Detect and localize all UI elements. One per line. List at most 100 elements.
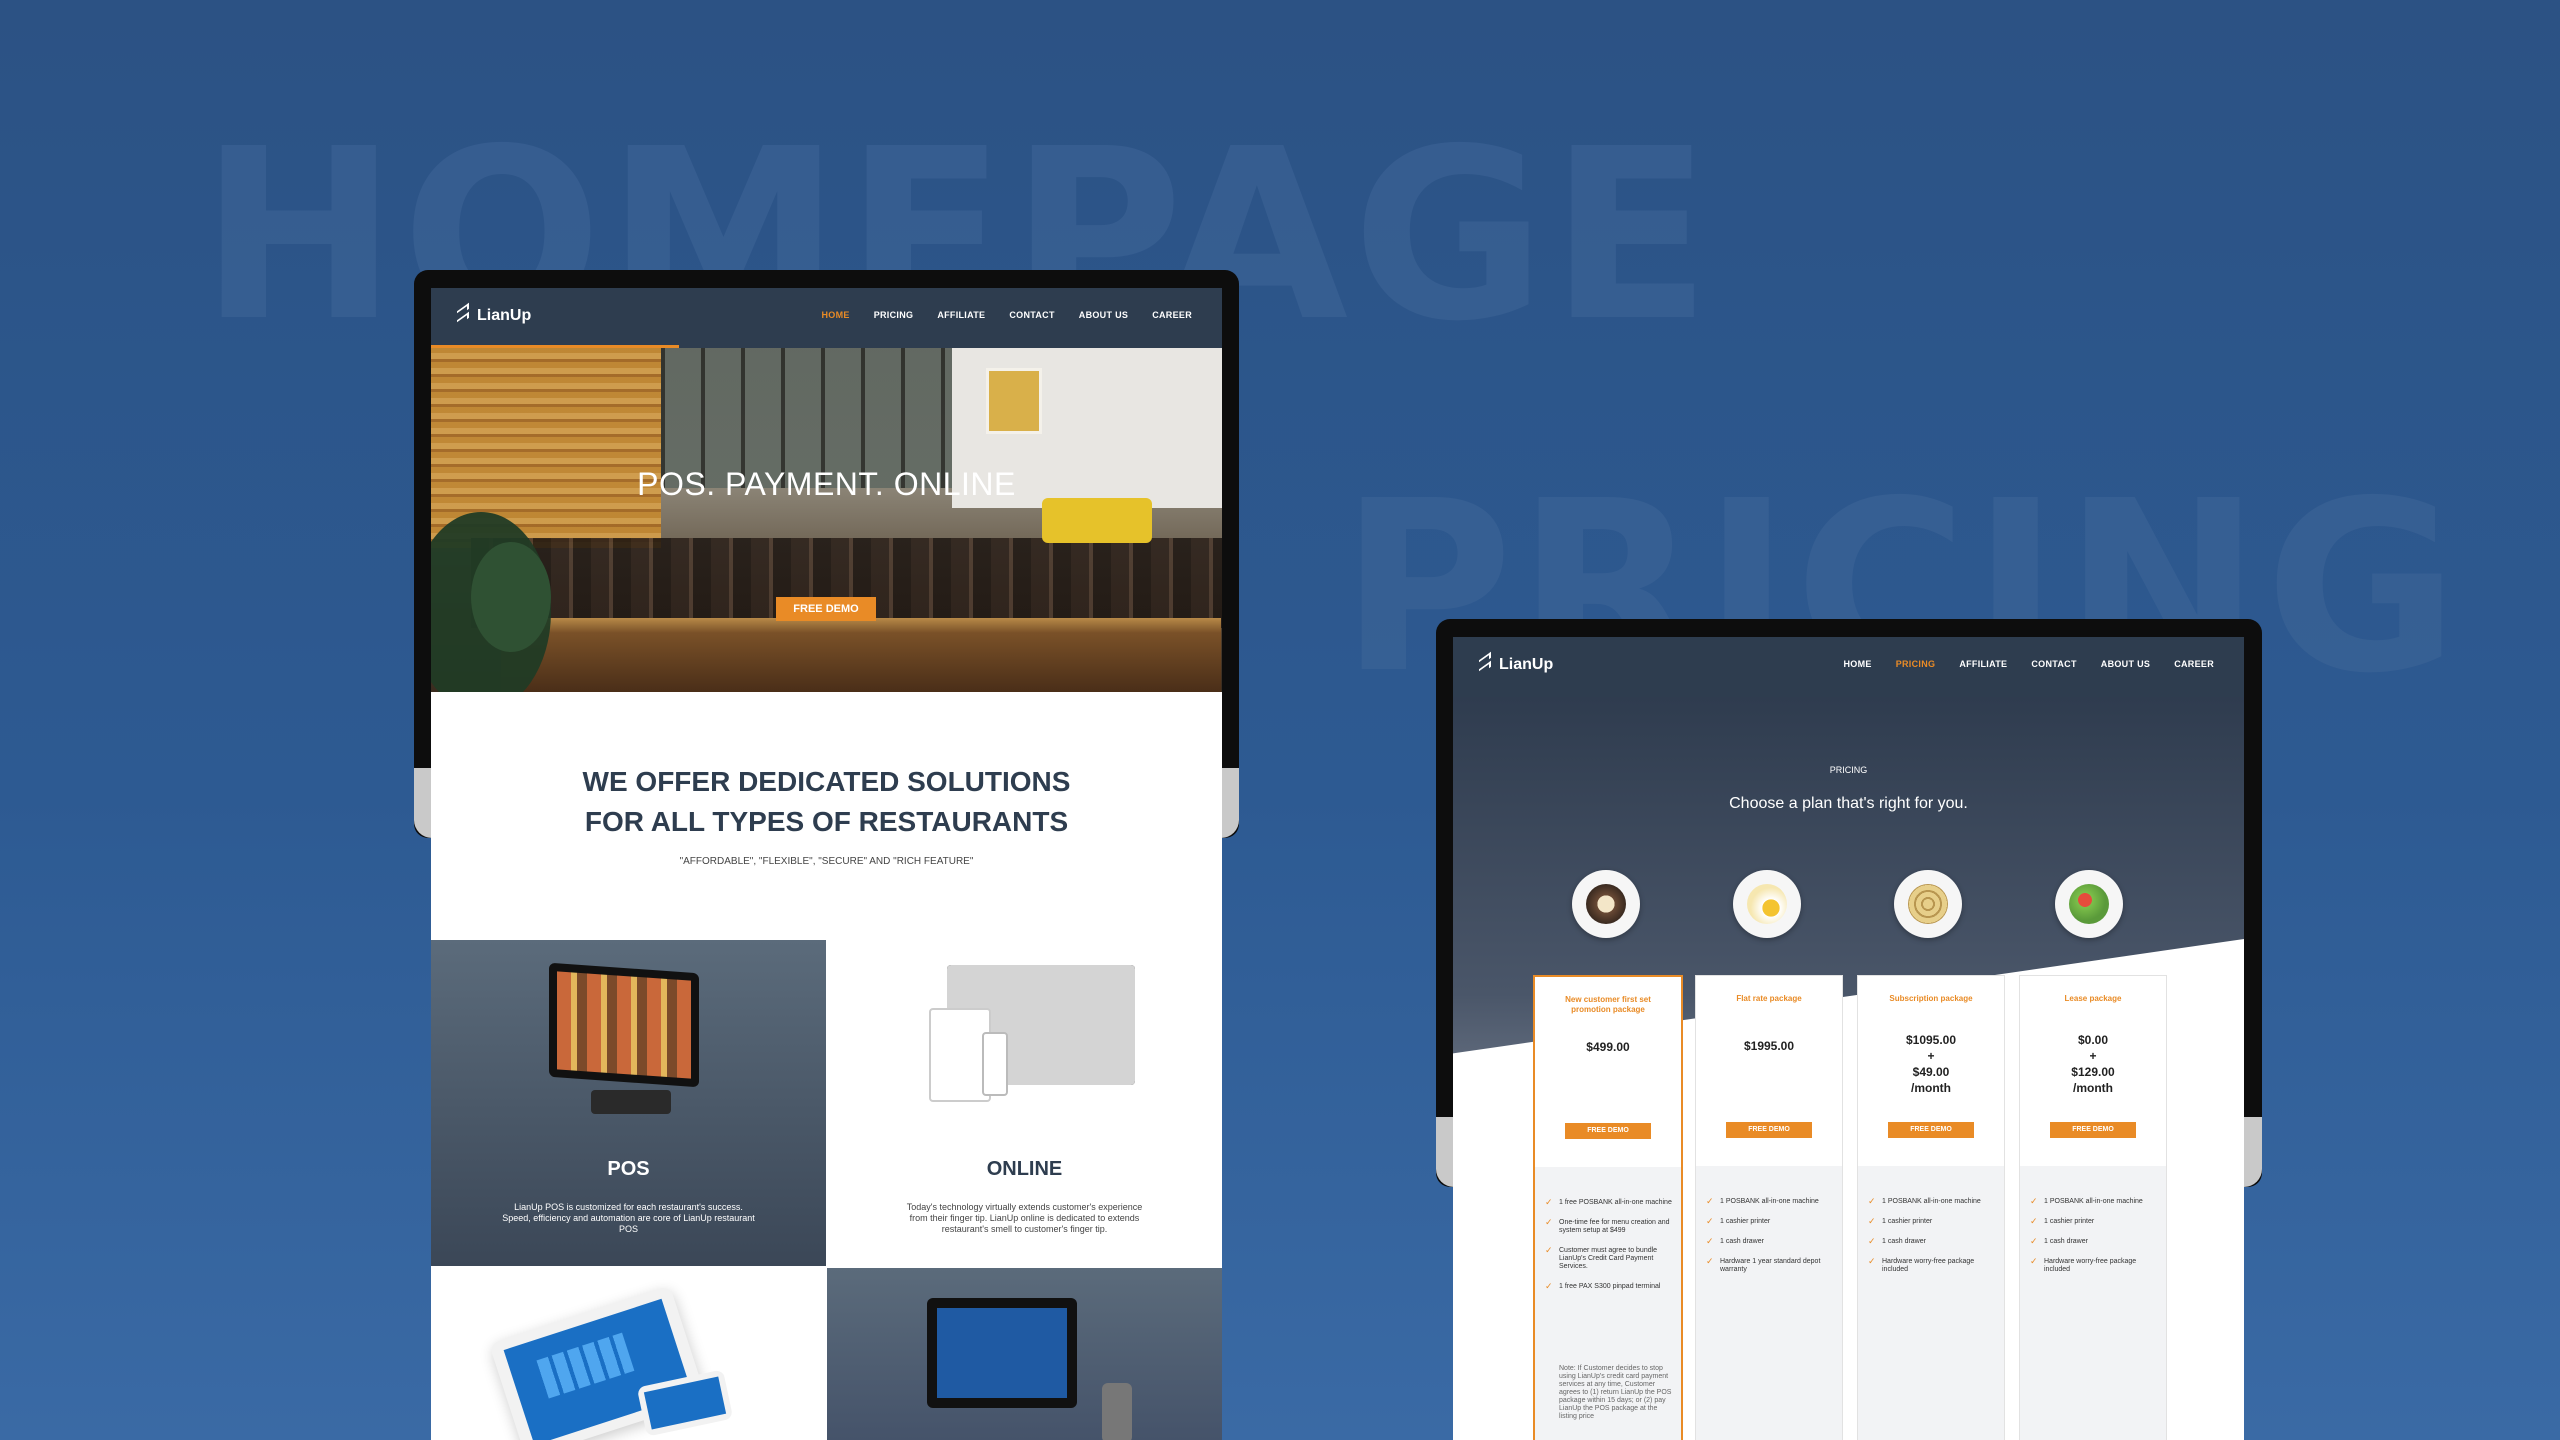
plate-icon-2 [1733, 870, 1801, 938]
payment-terminal-image [927, 1298, 1077, 1408]
pinpad-image [1102, 1383, 1132, 1440]
homepage-navbar: LianUp HOME PRICING AFFILIATE CONTACT AB… [431, 288, 1222, 348]
plan-feature-list: 1 POSBANK all-in-one machine 1 cashier p… [1706, 1197, 1834, 1286]
pos-tile-title: POS [607, 1158, 650, 1180]
plan-free-demo-button[interactable]: FREE DEMO [1888, 1122, 1974, 1138]
pos-tile-text: LianUp POS is customized for each restau… [502, 1202, 755, 1234]
plan-card-new-customer[interactable]: New customer first set promotion package… [1533, 975, 1683, 1440]
nav-contact[interactable]: CONTACT [2031, 659, 2076, 669]
plan-feature: 1 POSBANK all-in-one machine [2030, 1197, 2158, 1206]
plan-card-lease[interactable]: Lease package $0.00 + $129.00 /month FRE… [2019, 975, 2167, 1440]
plan-feature: Hardware worry-free package included [2030, 1257, 2158, 1274]
hero-section: POS. PAYMENT. ONLINE FREE DEMO [431, 348, 1222, 692]
pos-tile[interactable]: POS LianUp POS is customized for each re… [431, 940, 826, 1266]
plan-free-demo-button[interactable]: FREE DEMO [2050, 1122, 2136, 1138]
lianup-logo-icon [455, 305, 469, 327]
nav-about-us[interactable]: ABOUT US [1079, 310, 1128, 320]
nav-affiliate[interactable]: AFFILIATE [1959, 659, 2007, 669]
hero-coffee-machine [1042, 498, 1152, 543]
hero-wall-art [986, 368, 1042, 434]
nav-pricing[interactable]: PRICING [1896, 659, 1936, 669]
plan-feature: 1 cash drawer [1868, 1237, 1996, 1246]
lianup-logo-icon [1477, 654, 1491, 676]
solutions-section: WE OFFER DEDICATED SOLUTIONS FOR ALL TYP… [431, 692, 1222, 940]
plan-feature-list: 1 POSBANK all-in-one machine 1 cashier p… [2030, 1197, 2158, 1286]
pricing-title: Choose a plan that's right for you. [1729, 795, 1968, 812]
pricing-section-label: PRICING [1829, 765, 1868, 775]
plan-name: Flat rate package [1736, 994, 1802, 1003]
plan-card-subscription[interactable]: Subscription package $1095.00 + $49.00 /… [1857, 975, 2005, 1440]
plan-feature: 1 cashier printer [1868, 1217, 1996, 1226]
plate-icon-4 [2055, 870, 2123, 938]
plan-price-period: /month [2073, 1081, 2113, 1095]
homepage-screen: LianUp HOME PRICING AFFILIATE CONTACT AB… [431, 288, 1222, 1440]
plan-feature: One-time fee for menu creation and syste… [1545, 1218, 1673, 1235]
plan-name: Subscription package [1889, 994, 1973, 1003]
pricing-logo-text: LianUp [1499, 656, 1554, 673]
solutions-heading: WE OFFER DEDICATED SOLUTIONS FOR ALL TYP… [431, 692, 1222, 842]
solutions-heading-line1: WE OFFER DEDICATED SOLUTIONS [582, 766, 1071, 797]
plan-feature-list: 1 POSBANK all-in-one machine 1 cashier p… [1868, 1197, 1996, 1286]
pricing-navbar: LianUp HOME PRICING AFFILIATE CONTACT AB… [1453, 637, 2244, 697]
hero-plant-leaves [471, 542, 551, 652]
nav-home[interactable]: HOME [822, 310, 850, 320]
nav-career[interactable]: CAREER [2174, 659, 2214, 669]
nav-career[interactable]: CAREER [1152, 310, 1192, 320]
pos-terminal-image [549, 962, 699, 1088]
plan-feature: 1 cash drawer [1706, 1237, 1834, 1246]
plan-name: New customer first set promotion package [1565, 995, 1651, 1014]
plan-price: $1095.00 + $49.00 /month [1858, 1032, 2004, 1096]
plan-price-plus: + [2089, 1049, 2097, 1063]
plan-price-base: $0.00 [2077, 1033, 2109, 1047]
plan-feature: Hardware worry-free package included [1868, 1257, 1996, 1274]
plan-price-monthly: $129.00 [2071, 1065, 2115, 1079]
solutions-heading-line2: FOR ALL TYPES OF RESTAURANTS [584, 806, 1069, 837]
tablet-tile[interactable] [431, 1268, 826, 1440]
plan-feature: 1 POSBANK all-in-one machine [1706, 1197, 1834, 1206]
online-tile[interactable]: ONLINE Today's technology virtually exte… [827, 940, 1222, 1266]
plate-icon-1 [1572, 870, 1640, 938]
plan-feature: 1 free PAX S300 pinpad terminal [1545, 1282, 1673, 1291]
pricing-screen: LianUp HOME PRICING AFFILIATE CONTACT AB… [1453, 637, 2244, 1440]
plan-feature: 1 POSBANK all-in-one machine [1868, 1197, 1996, 1206]
pricing-main-menu: HOME PRICING AFFILIATE CONTACT ABOUT US … [1844, 659, 2215, 669]
plan-feature: 1 cash drawer [2030, 1237, 2158, 1246]
plate-icon-3 [1894, 870, 1962, 938]
nav-contact[interactable]: CONTACT [1009, 310, 1054, 320]
hero-title: POS. PAYMENT. ONLINE [637, 466, 1016, 502]
online-tile-text: Today's technology virtually extends cus… [906, 1202, 1143, 1234]
logo-text: LianUp [477, 307, 532, 324]
nav-affiliate[interactable]: AFFILIATE [937, 310, 985, 320]
pos-terminal-stand [591, 1090, 671, 1114]
nav-about-us[interactable]: ABOUT US [2101, 659, 2150, 669]
plan-feature: Hardware 1 year standard depot warranty [1706, 1257, 1834, 1274]
plan-price-base: $1095.00 [1905, 1033, 1957, 1047]
plan-price: $499.00 [1586, 1040, 1630, 1054]
online-tile-title: ONLINE [986, 1158, 1063, 1180]
plan-feature: 1 free POSBANK all-in-one machine [1545, 1198, 1673, 1207]
plan-card-flat-rate[interactable]: Flat rate package $1995.00 FREE DEMO 1 P… [1695, 975, 1843, 1440]
plan-feature: 1 cashier printer [1706, 1217, 1834, 1226]
plan-free-demo-button[interactable]: FREE DEMO [1726, 1122, 1812, 1138]
logo[interactable]: LianUp [455, 305, 531, 327]
nav-home[interactable]: HOME [1844, 659, 1872, 669]
plan-feature: 1 cashier printer [2030, 1217, 2158, 1226]
online-phone-image [982, 1032, 1008, 1096]
plan-note: Note: If Customer decides to stop using … [1559, 1365, 1672, 1420]
plan-price-monthly: $49.00 [1912, 1065, 1950, 1079]
plan-price-period: /month [1911, 1081, 1951, 1095]
free-demo-button[interactable]: FREE DEMO [776, 597, 876, 621]
nav-pricing[interactable]: PRICING [874, 310, 914, 320]
plan-name: Lease package [2064, 994, 2122, 1003]
plan-price-plus: + [1927, 1049, 1935, 1063]
plan-price: $1995.00 [1743, 1039, 1795, 1053]
plan-feature: Customer must agree to bundle LianUp's C… [1545, 1246, 1673, 1271]
main-menu: HOME PRICING AFFILIATE CONTACT ABOUT US … [822, 310, 1193, 320]
solutions-subtitle: "AFFORDABLE", "FLEXIBLE", "SECURE" AND "… [679, 856, 974, 867]
pricing-logo[interactable]: LianUp [1477, 654, 1553, 676]
payment-terminal-tile[interactable] [827, 1268, 1222, 1440]
plan-free-demo-button[interactable]: FREE DEMO [1565, 1123, 1651, 1139]
plan-price: $0.00 + $129.00 /month [2020, 1032, 2166, 1096]
hero-counter [501, 618, 1221, 692]
plan-feature-list: 1 free POSBANK all-in-one machine One-ti… [1545, 1198, 1673, 1303]
